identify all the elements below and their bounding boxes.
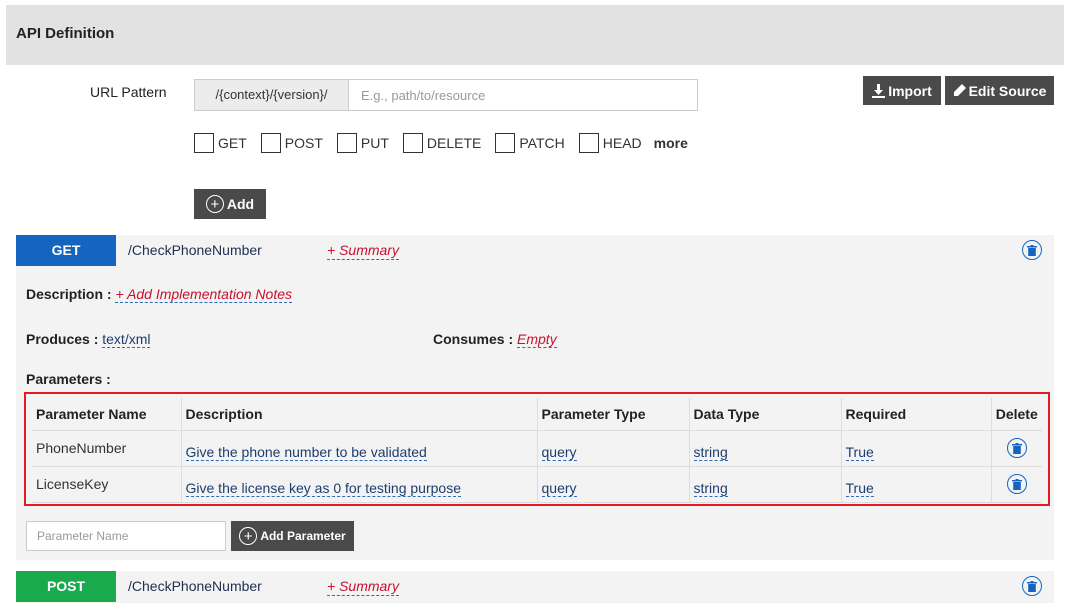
verb-badge-post[interactable]: POST [16,571,116,602]
operation-post: POST /CheckPhoneNumber + Summary [16,571,1054,603]
description-label: Description : [26,286,112,302]
param-required[interactable]: True [845,444,874,461]
column-header: Delete [991,398,1042,431]
delete-param-button[interactable] [1006,474,1027,494]
param-description[interactable]: Give the phone number to be validated [185,444,427,461]
operation-get: GET /CheckPhoneNumber + Summary Descript… [16,235,1054,560]
checkbox[interactable] [495,133,516,153]
operation-header[interactable]: POST /CheckPhoneNumber + Summary [16,571,1054,602]
url-prefix: /{context}/{version}/ [195,80,349,110]
produces-value[interactable]: text/xml [102,331,151,348]
operation-path: /CheckPhoneNumber [128,578,262,594]
param-type[interactable]: query [541,480,577,497]
add-parameter-button[interactable]: + Add Parameter [231,521,354,551]
produces-field: Produces : text/xml [26,331,151,348]
description-field: Description : + Add Implementation Notes [26,286,292,303]
method-head[interactable]: HEAD [578,133,642,153]
method-label: DELETE [426,135,482,151]
add-resource-button[interactable]: + Add [194,189,266,219]
method-put[interactable]: PUT [336,133,389,153]
add-summary-link[interactable]: + Summary [327,578,399,596]
method-label: GET [218,135,247,151]
trash-icon [1011,442,1022,454]
add-parameter-row: + Add Parameter [26,521,354,551]
trash-icon [1027,580,1037,592]
operation-header[interactable]: GET /CheckPhoneNumber + Summary [16,235,1054,266]
table-header-row: Parameter Name Description Parameter Typ… [32,398,1042,431]
consumes-field: Consumes : Empty [433,331,557,348]
edit-source-button[interactable]: Edit Source [945,76,1054,105]
operation-path: /CheckPhoneNumber [128,242,262,258]
param-required[interactable]: True [845,480,874,497]
parameters-table-highlight: Parameter Name Description Parameter Typ… [24,392,1050,506]
checkbox[interactable] [260,133,281,153]
url-pattern-input[interactable] [349,80,697,110]
trash-icon [1011,478,1022,490]
delete-operation-button[interactable] [1022,240,1042,260]
http-method-checkboxes: GET POST PUT DELETE PATCH HEAD more [194,133,688,153]
pencil-icon [953,84,966,96]
import-button[interactable]: Import [863,76,941,105]
method-get[interactable]: GET [194,133,247,153]
trash-icon [1027,244,1037,256]
delete-param-button[interactable] [1006,438,1027,458]
method-delete[interactable]: DELETE [402,133,482,153]
plus-circle-icon: + [239,527,258,545]
column-header: Parameter Name [32,398,182,431]
checkbox[interactable] [402,133,423,153]
param-type[interactable]: query [541,444,577,461]
download-icon [872,83,886,98]
more-methods-link[interactable]: more [654,135,688,151]
table-row: PhoneNumber Give the phone number to be … [32,430,1042,467]
checkbox[interactable] [194,133,214,153]
add-summary-link[interactable]: + Summary [327,242,399,260]
consumes-label: Consumes : [433,331,514,347]
api-definition-page: API Definition URL Pattern /{context}/{v… [0,0,1070,614]
method-post[interactable]: POST [260,133,323,153]
plus-circle-icon: + [205,195,224,213]
param-name: PhoneNumber [32,430,182,467]
method-patch[interactable]: PATCH [495,133,565,153]
url-pattern-group: /{context}/{version}/ [194,79,698,111]
method-label: PATCH [519,135,565,151]
parameters-label: Parameters : [26,371,111,387]
produces-label: Produces : [26,331,99,347]
url-pattern-label: URL Pattern [90,84,167,100]
param-data-type[interactable]: string [693,444,728,461]
edit-source-label: Edit Source [968,82,1047,99]
column-header: Description [181,398,538,431]
parameter-name-input[interactable] [26,521,226,551]
add-label: Add [226,196,255,212]
api-definition-header: API Definition [6,5,1064,65]
checkbox[interactable] [336,133,357,153]
method-label: PUT [360,135,389,151]
parameters-table: Parameter Name Description Parameter Typ… [32,398,1042,503]
checkbox[interactable] [578,133,599,153]
method-label: POST [284,135,323,151]
consumes-value[interactable]: Empty [517,331,557,348]
method-label: HEAD [602,135,642,151]
page-title: API Definition [16,25,115,42]
param-description[interactable]: Give the license key as 0 for testing pu… [185,480,461,497]
table-row: LicenseKey Give the license key as 0 for… [32,466,1042,503]
add-implementation-notes-link[interactable]: + Add Implementation Notes [115,286,292,303]
import-label: Import [888,82,932,99]
column-header: Parameter Type [537,398,690,431]
add-parameter-label: Add Parameter [260,529,346,543]
param-name: LicenseKey [32,466,182,503]
verb-badge-get[interactable]: GET [16,235,116,266]
column-header: Required [841,398,992,431]
delete-operation-button[interactable] [1022,576,1042,596]
column-header: Data Type [689,398,842,431]
param-data-type[interactable]: string [693,480,728,497]
